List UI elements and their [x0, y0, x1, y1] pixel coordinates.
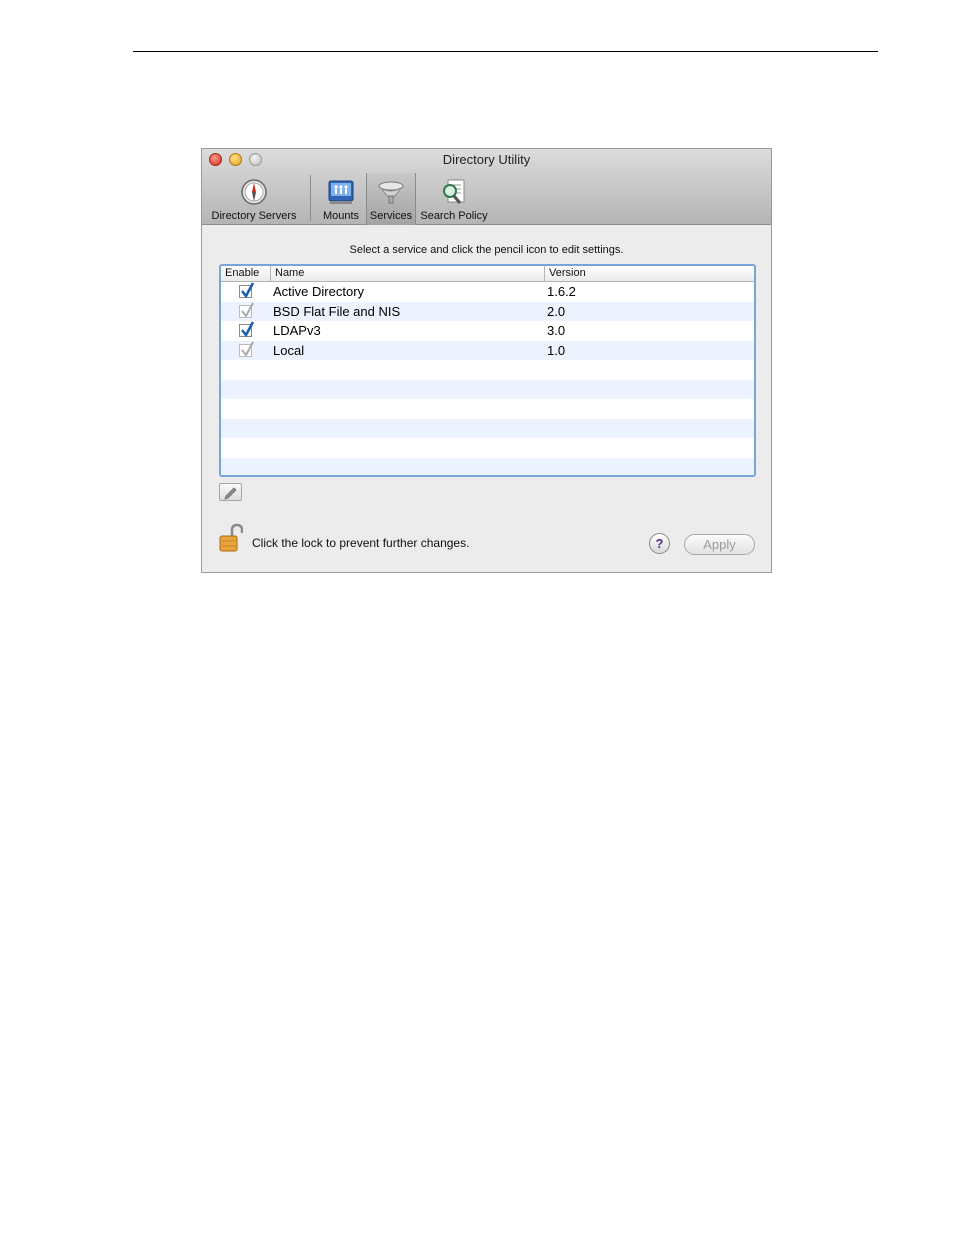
service-name: Local — [273, 342, 305, 358]
column-divider — [544, 266, 545, 281]
page-header-rule — [133, 51, 878, 52]
checkmark-icon — [240, 321, 255, 338]
search-policy-icon — [443, 179, 465, 204]
column-header-name[interactable]: Name — [275, 267, 304, 279]
empty-row — [221, 379, 754, 399]
compass-icon — [241, 179, 267, 205]
column-divider — [270, 266, 271, 281]
services-icon — [378, 181, 404, 204]
directory-utility-window: Directory Utility Directory Servers Moun… — [201, 148, 772, 573]
service-version: 2.0 — [547, 303, 566, 319]
toolbar-directory-servers[interactable]: Directory Servers — [206, 173, 302, 225]
service-version: 1.6.2 — [547, 284, 576, 299]
toolbar-label: Services — [369, 210, 413, 222]
enable-checkbox — [239, 302, 254, 318]
toolbar-services[interactable]: Services — [366, 173, 416, 225]
table-header: Enable Name Version — [221, 266, 754, 282]
toolbar-label: Mounts — [322, 210, 360, 222]
empty-row — [221, 457, 754, 475]
apply-button[interactable]: Apply — [684, 534, 755, 555]
checkmark-icon — [241, 341, 254, 357]
empty-row — [221, 418, 754, 438]
edit-service-button[interactable] — [219, 483, 242, 501]
service-name: Active Directory — [273, 284, 365, 299]
empty-row — [221, 399, 754, 419]
service-version: 1.0 — [547, 342, 566, 358]
enable-checkbox — [239, 341, 254, 357]
enable-checkbox[interactable] — [239, 282, 255, 299]
table-row[interactable]: Local 1.0 — [221, 340, 754, 360]
service-version: 3.0 — [547, 323, 566, 338]
column-header-enable[interactable]: Enable — [225, 267, 259, 279]
toolbar-search-policy[interactable]: Search Policy — [418, 173, 490, 225]
service-name: BSD Flat File and NIS — [273, 303, 401, 319]
empty-row — [221, 438, 754, 458]
toolbar-label: Directory Servers — [211, 210, 297, 222]
unlocked-lock-icon — [219, 523, 244, 552]
services-table[interactable]: Enable Name Version Active Directory 1.6… — [219, 264, 756, 477]
empty-row — [221, 360, 754, 380]
toolbar-separator — [310, 175, 311, 221]
mounts-icon — [328, 180, 354, 204]
lock-message: Click the lock to prevent further change… — [252, 536, 470, 550]
lock-button[interactable] — [219, 523, 244, 553]
pencil-icon — [224, 487, 237, 500]
enable-checkbox[interactable] — [239, 321, 255, 338]
window-title: Directory Utility — [442, 152, 531, 167]
checkmark-icon — [240, 282, 255, 299]
checkmark-icon — [241, 302, 254, 318]
help-button[interactable]: ? — [649, 533, 670, 554]
toolbar-mounts[interactable]: Mounts — [318, 173, 364, 225]
column-header-version[interactable]: Version — [549, 267, 586, 279]
table-row[interactable]: BSD Flat File and NIS 2.0 — [221, 301, 754, 321]
service-name: LDAPv3 — [273, 323, 321, 338]
instruction-text: Select a service and click the pencil ic… — [349, 244, 624, 256]
title-bar: Directory Utility Directory Servers Moun… — [202, 149, 771, 225]
table-row[interactable]: LDAPv3 3.0 — [221, 321, 754, 341]
toolbar-label: Search Policy — [420, 210, 488, 222]
table-row[interactable]: Active Directory 1.6.2 — [221, 282, 754, 302]
